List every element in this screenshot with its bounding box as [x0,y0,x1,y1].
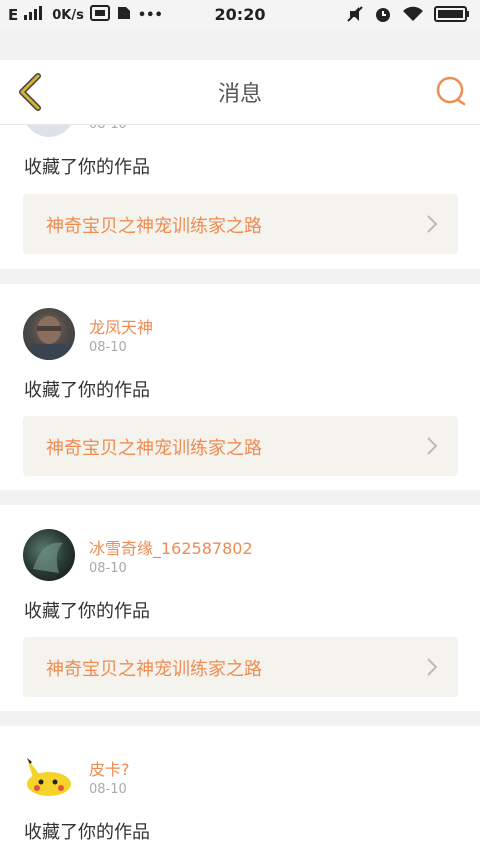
avatar[interactable] [23,308,75,360]
work-title: 神奇宝贝之神宠训练家之路 [46,216,262,237]
work-link[interactable]: 神奇宝贝之神宠训练家之路 [23,637,458,697]
work-title: 神奇宝贝之神宠训练家之路 [46,659,262,680]
username[interactable]: 龙凤天神 [89,314,153,338]
alarm-icon [374,5,392,27]
message-date: 08-10 [89,125,127,132]
status-bar: E 0K/s ••• 20:20 [0,0,480,30]
message-date: 08-10 [89,782,127,797]
search-button[interactable] [434,74,468,108]
message-card: 龙凤天神 08-10 收藏了你的作品 神奇宝贝之神宠训练家之路 [0,284,480,490]
work-title: 神奇宝贝之神宠训练家之路 [46,438,262,459]
chevron-left-icon [19,73,41,111]
message-action: 收藏了你的作品 [24,822,150,843]
username[interactable]: 冰雪奇缘_162587802 [89,535,253,559]
message-card: 冰雪奇缘_162587802 08-10 收藏了你的作品 神奇宝贝之神宠训练家之… [0,505,480,711]
message-list[interactable]: 08-10 收藏了你的作品 神奇宝贝之神宠训练家之路 龙凤天神 08-10 收藏… [0,125,480,854]
message-card: 皮卡? 08-10 收藏了你的作品 [0,726,480,854]
avatar[interactable] [23,750,75,802]
work-link[interactable]: 神奇宝贝之神宠训练家之路 [23,416,458,476]
battery-icon [434,6,470,26]
username[interactable]: 皮卡? [89,756,130,780]
message-date: 08-10 [89,561,127,576]
back-button[interactable] [14,72,54,112]
avatar[interactable] [23,125,75,137]
wifi-icon [402,6,424,26]
work-link[interactable]: 神奇宝贝之神宠训练家之路 [23,194,458,254]
message-action: 收藏了你的作品 [24,601,150,622]
chevron-right-icon [427,437,438,455]
page-title: 消息 [217,82,262,107]
search-icon [436,76,466,106]
pikachu-image [27,758,71,796]
message-action: 收藏了你的作品 [24,380,150,401]
message-card: 08-10 收藏了你的作品 神奇宝贝之神宠训练家之路 [0,125,480,269]
chevron-right-icon [427,658,438,676]
app-header: 消息 [0,60,480,125]
message-date: 08-10 [89,340,127,355]
chevron-right-icon [427,215,438,233]
mute-icon [346,5,364,27]
message-action: 收藏了你的作品 [24,157,150,178]
avatar[interactable] [23,529,75,581]
